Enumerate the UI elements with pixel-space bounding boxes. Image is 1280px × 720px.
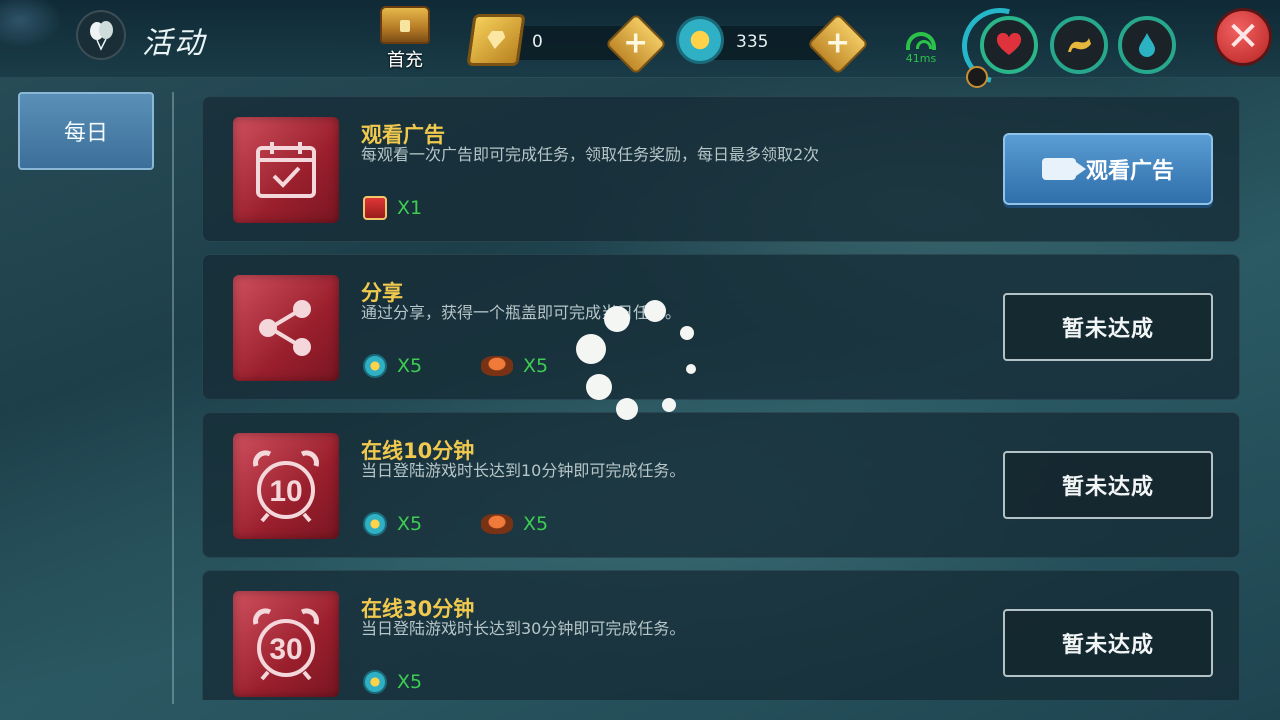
ping-value: 41ms [905,52,937,65]
reward-item: X5 [363,353,422,379]
task-list: 观看广告 每观看一次广告即可完成任务，领取任务奖励，每日最多领取2次 X1 观看… [202,96,1240,700]
coin-icon [363,512,387,536]
reward-count: X5 [397,671,423,693]
page-title: 活动 [142,26,206,61]
gift-icon [363,196,387,220]
task-card-online-30: 30 在线30分钟 当日登陆游戏时长达到30分钟即可完成任务。 X5 暂未达成 [202,570,1240,700]
wifi-icon [906,32,936,50]
watch-ad-label: 观看广告 [1085,159,1174,184]
reward-count: X5 [397,355,423,377]
add-gem-button[interactable]: + [604,12,668,76]
share-icon [233,275,339,381]
gem-icon [466,14,526,66]
alarm-number: 30 [269,633,302,666]
first-charge-label: 首充 [387,50,423,71]
reward-count: X5 [523,355,549,377]
top-bar: 活动 首充 0 + 335 + 41ms ✕ [0,0,1280,98]
network-status: 41ms [896,32,946,74]
coin-icon [363,354,387,378]
reward-item: X5 [481,511,548,537]
health-stat[interactable] [980,16,1038,74]
water-drop-icon [1139,33,1155,57]
task-description: 每观看一次广告即可完成任务，领取任务奖励，每日最多领取2次 [361,145,820,164]
arm-strength-icon [1068,38,1091,52]
energy-stat[interactable] [1050,16,1108,74]
reward-item: X5 [363,511,422,537]
activity-balloon-icon [76,10,126,60]
coin-icon [363,670,387,694]
reward-count: X5 [397,513,423,535]
calendar-check-icon [233,117,339,223]
alarm-clock-10-icon: 10 [233,433,339,539]
reward-item: X5 [481,353,548,379]
reward-item: X1 [363,195,422,221]
reward-count: X5 [523,513,549,535]
coin-value: 335 [736,32,769,52]
task-description: 当日登陆游戏时长达到30分钟即可完成任务。 [361,619,686,638]
close-button[interactable]: ✕ [1214,8,1272,66]
reward-count: X1 [397,197,423,219]
task-card-online-10: 10 在线10分钟 当日登陆游戏时长达到10分钟即可完成任务。 X5 X5 暂未… [202,412,1240,558]
shield-badge-icon [966,66,988,88]
coin-icon [676,16,724,64]
bottle-cap-icon [481,356,513,376]
water-stat[interactable] [1118,16,1176,74]
not-achieved-button[interactable]: 暂未达成 [1003,451,1213,519]
task-card-watch-ad: 观看广告 每观看一次广告即可完成任务，领取任务奖励，每日最多领取2次 X1 观看… [202,96,1240,242]
heart-icon [996,33,1022,55]
tab-daily[interactable]: 每日 [18,92,154,170]
reward-item: X5 [363,669,422,695]
first-charge-button[interactable]: 首充 [372,6,438,72]
video-camera-icon [1041,158,1086,180]
not-achieved-button[interactable]: 暂未达成 [1003,293,1213,361]
treasure-chest-icon [380,6,430,44]
task-description: 当日登陆游戏时长达到10分钟即可完成任务。 [361,461,686,480]
sidebar-divider [172,92,174,704]
bottle-cap-icon [481,514,513,534]
alarm-clock-30-icon: 30 [233,591,339,697]
watch-ad-button[interactable]: 观看广告 [1003,133,1213,205]
add-coin-button[interactable]: + [806,12,870,76]
alarm-number: 10 [269,475,302,508]
close-icon: ✕ [1226,14,1260,60]
not-achieved-button[interactable]: 暂未达成 [1003,609,1213,677]
task-card-share: 分享 通过分享，获得一个瓶盖即可完成当日任务。 X5 X5 暂未达成 [202,254,1240,400]
gem-value: 0 [532,32,543,52]
task-description: 通过分享，获得一个瓶盖即可完成当日任务。 [361,303,682,322]
